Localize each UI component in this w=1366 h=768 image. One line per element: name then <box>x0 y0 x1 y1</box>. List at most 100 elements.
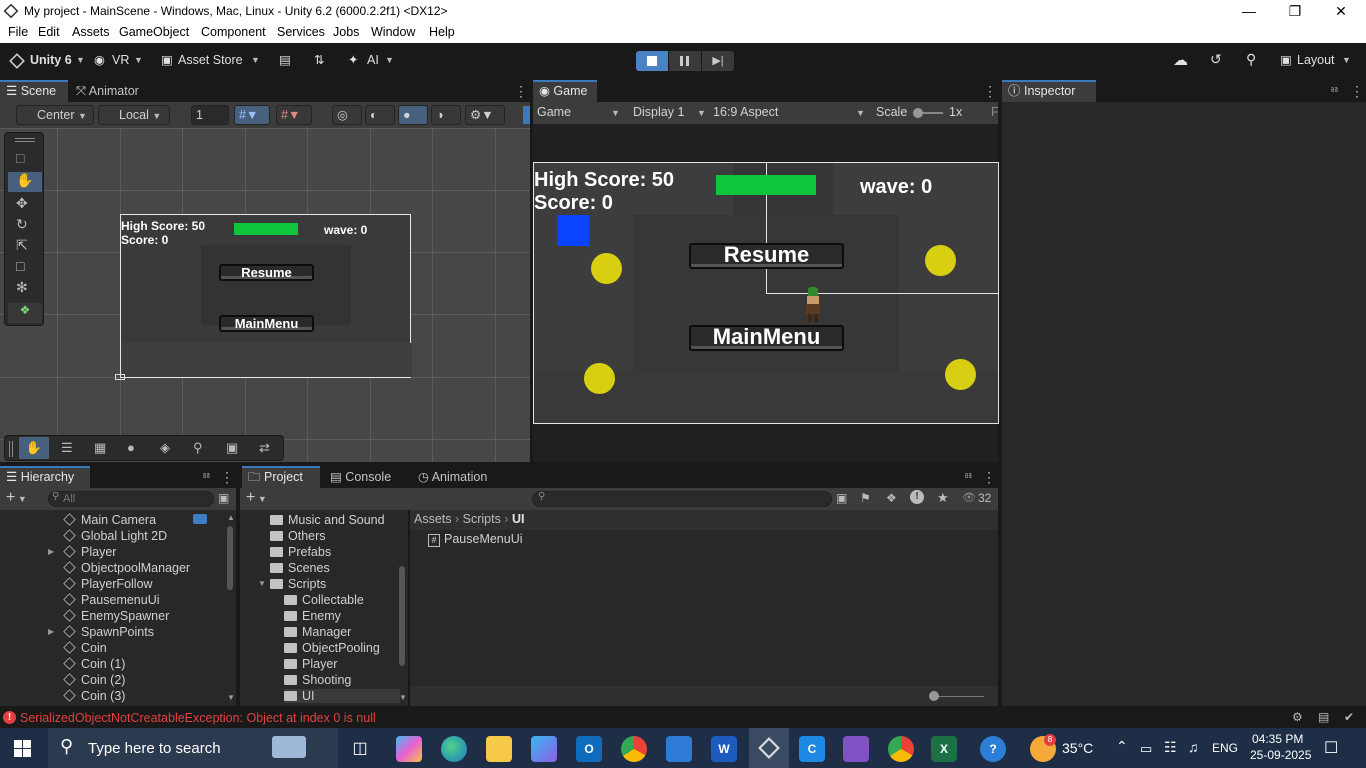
search-by-type-icon[interactable]: ▣ <box>836 491 847 505</box>
overlay-tile-palette-icon[interactable]: ☰ <box>61 440 73 456</box>
visual-studio-icon[interactable] <box>843 736 869 762</box>
folder-item[interactable]: Collectable <box>284 593 364 607</box>
folder-item[interactable]: Others <box>270 529 326 543</box>
expand-arrow-icon[interactable]: ▶ <box>48 547 54 556</box>
menu-jobs[interactable]: Jobs <box>333 25 359 39</box>
breadcrumb-scripts[interactable]: Scripts <box>463 512 501 526</box>
view-tool-icon[interactable]: □ <box>16 150 24 166</box>
tab-scene[interactable]: ☰ Scene <box>0 80 68 102</box>
store-icon[interactable] <box>666 736 692 762</box>
overlay-camera-icon[interactable]: ▣ <box>226 440 238 456</box>
more-options-icon[interactable]: ⋮ <box>982 469 996 486</box>
tab-animator[interactable]: ⤧ Animator <box>70 80 160 102</box>
overlay-search-icon[interactable]: ⚲ <box>193 440 203 456</box>
scene-mainmenu-button[interactable]: MainMenu <box>219 315 314 332</box>
grid-snap-input[interactable]: 1 <box>191 105 229 125</box>
menu-services[interactable]: Services <box>277 25 325 39</box>
notification-center-icon[interactable]: ☐ <box>1324 738 1338 758</box>
menu-help[interactable]: Help <box>429 25 455 39</box>
version-control-icon[interactable]: ⇅ <box>314 52 324 67</box>
gizmo-2d-button[interactable]: ◎ <box>332 105 362 125</box>
scale-slider[interactable] <box>913 108 943 118</box>
shading-toggle[interactable]: ● <box>398 105 428 125</box>
display-dropdown[interactable]: Display 1 <box>633 105 684 119</box>
menu-file[interactable]: File <box>8 25 28 39</box>
progress-icon[interactable]: ▤ <box>1318 710 1329 724</box>
lock-icon[interactable]: ⎂ <box>202 470 211 483</box>
scene-resume-button[interactable]: Resume <box>219 264 314 281</box>
overlay-layers-icon[interactable]: ◈ <box>160 440 170 456</box>
chrome-icon[interactable] <box>621 736 647 762</box>
visibility-eye-icon[interactable]: 👁︎ <box>962 491 976 504</box>
status-error-message[interactable]: SerializedObjectNotCreatableException: O… <box>20 711 376 725</box>
copilot-icon[interactable] <box>396 736 422 762</box>
scale-tool-icon[interactable]: ⇱ <box>16 237 28 254</box>
minimize-button[interactable]: — <box>1226 0 1272 23</box>
folder-item[interactable]: Enemy <box>284 609 341 623</box>
scroll-up-icon[interactable]: ▲ <box>227 513 235 522</box>
rotate-tool-icon[interactable]: ↻ <box>16 216 28 233</box>
task-view-icon[interactable]: ◫ <box>347 736 373 762</box>
folder-item[interactable]: Shooting <box>284 673 351 687</box>
expand-arrow-icon[interactable]: ▼ <box>258 579 266 588</box>
folder-item[interactable]: ▼ Scripts <box>258 577 326 591</box>
vr-dropdown[interactable]: VR <box>112 53 129 67</box>
layout-dropdown[interactable]: Layout <box>1297 53 1335 67</box>
hierarchy-item[interactable]: ▶ Player <box>48 545 116 559</box>
file-explorer-icon[interactable] <box>486 736 512 762</box>
menu-gameobject[interactable]: GameObject <box>119 25 189 39</box>
scene-visibility-icon[interactable]: ▣ <box>218 491 229 505</box>
chrome-profile-icon[interactable] <box>888 736 914 762</box>
hierarchy-item[interactable]: ObjectpoolManager <box>48 561 190 575</box>
language-indicator[interactable]: ENG <box>1212 741 1238 755</box>
favorite-star-icon[interactable]: ★ <box>937 490 949 506</box>
file-item[interactable]: # PauseMenuUi <box>428 532 523 547</box>
debug-mode-icon[interactable]: ⚙ <box>1292 710 1303 724</box>
ai-dropdown[interactable]: AI <box>367 53 379 67</box>
space-dropdown[interactable]: Local ▼ <box>98 105 170 125</box>
overlay-grid-icon[interactable]: ▦ <box>94 440 106 456</box>
tab-hierarchy[interactable]: ☰ Hierarchy <box>0 466 90 488</box>
hierarchy-item[interactable]: Coin (2) <box>48 673 125 687</box>
folder-item[interactable]: ObjectPooling <box>284 641 380 655</box>
create-asset-button[interactable]: + ▼ <box>246 489 267 507</box>
history-icon[interactable]: ↺ <box>1210 51 1222 68</box>
more-options-icon[interactable]: ⋮ <box>220 469 234 486</box>
folder-item[interactable]: Prefabs <box>270 545 331 559</box>
overlay-circle-icon[interactable]: ● <box>127 440 135 455</box>
hierarchy-item[interactable]: Coin (3) <box>48 689 125 703</box>
cloud-icon[interactable]: ☁ <box>1173 51 1188 69</box>
render-mode-toggle[interactable]: ◑ <box>431 105 461 125</box>
hierarchy-item[interactable]: Main Camera <box>48 513 156 527</box>
icon-size-slider[interactable] <box>929 691 984 701</box>
hierarchy-scrollbar[interactable] <box>227 526 233 590</box>
check-icon[interactable]: ✔ <box>1344 710 1354 724</box>
app-blue-c-icon[interactable]: C <box>799 736 825 762</box>
breadcrumb-ui[interactable]: UI <box>512 512 525 526</box>
hierarchy-item[interactable]: Global Light 2D <box>48 529 167 543</box>
taskbar-search-box[interactable]: ⚲ Type here to search <box>48 728 338 768</box>
project-search-input[interactable] <box>532 491 832 507</box>
account-dropdown[interactable]: Unity 6 <box>30 53 72 67</box>
scene-viewport[interactable]: High Score: 50 Score: 0 wave: 0 Resume M… <box>0 128 530 462</box>
hierarchy-item[interactable]: ▶ SpawnPoints <box>48 625 154 639</box>
more-options-icon[interactable]: ⋮ <box>983 83 997 100</box>
unity-taskbar-active[interactable] <box>749 728 789 768</box>
label-filter-icon[interactable]: ⚑ <box>860 491 871 505</box>
hierarchy-item[interactable]: Coin <box>48 641 107 655</box>
edge-icon[interactable] <box>441 736 467 762</box>
overlay-shuffle-icon[interactable]: ⇄ <box>259 440 270 456</box>
grid-snapping-button[interactable]: #▼ <box>276 105 312 125</box>
tab-console[interactable]: ▤ Console <box>324 466 406 488</box>
hierarchy-item[interactable]: PlayerFollow <box>48 577 153 591</box>
clock-time[interactable]: 04:35 PM <box>1252 732 1303 746</box>
outlook-icon[interactable]: O <box>576 736 602 762</box>
help-icon[interactable]: ? <box>980 736 1006 762</box>
hand-tool-icon[interactable]: ✋ <box>8 172 42 192</box>
add-object-button[interactable]: + ▼ <box>6 489 27 507</box>
game-viewport[interactable]: High Score: 50 Score: 0 wave: 0 Resume M… <box>533 162 999 424</box>
tab-game[interactable]: ◉ Game <box>533 80 597 102</box>
warning-filter-icon[interactable]: ! <box>910 490 924 504</box>
aspect-dropdown[interactable]: 16:9 Aspect <box>713 105 778 119</box>
menu-assets[interactable]: Assets <box>72 25 110 39</box>
